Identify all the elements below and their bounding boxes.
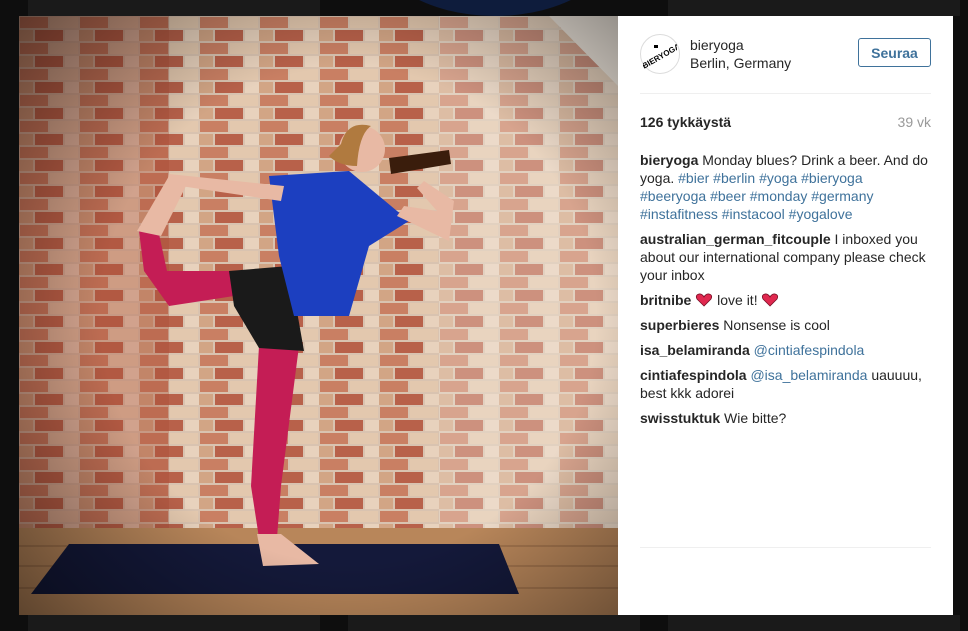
comment-username[interactable]: britnibe (640, 292, 691, 308)
comment: cintiafespindola @isa_belamiranda uauuuu… (640, 366, 931, 402)
hashtag[interactable]: #beer (710, 188, 746, 204)
comment-username[interactable]: bieryoga (640, 152, 698, 168)
comment-username[interactable]: swisstuktuk (640, 410, 720, 426)
hashtag[interactable]: #beeryoga (640, 188, 706, 204)
comment-username[interactable]: isa_belamiranda (640, 342, 750, 358)
hashtag[interactable]: #instafitness (640, 206, 718, 222)
svg-text:BIERYOGA: BIERYOGA (643, 42, 677, 71)
heart-emoji-icon (762, 293, 779, 307)
post-sidebar: BIERYOGA bieryoga Berlin, Germany Seuraa… (618, 16, 953, 615)
comment-list: bieryoga Monday blues? Drink a beer. And… (640, 151, 931, 434)
follow-button[interactable]: Seuraa (858, 38, 931, 67)
timestamp[interactable]: 39 vk (898, 114, 931, 130)
caption: bieryoga Monday blues? Drink a beer. And… (640, 151, 931, 223)
divider (640, 547, 931, 548)
hashtag[interactable]: #germany (811, 188, 873, 204)
comment: australian_german_fitcouple I inboxed yo… (640, 230, 931, 284)
comment-username[interactable]: cintiafespindola (640, 367, 747, 383)
post-modal: BIERYOGA bieryoga Berlin, Germany Seuraa… (19, 16, 953, 615)
hashtag[interactable]: #yoga (759, 170, 797, 186)
mention-link[interactable]: @isa_belamiranda (750, 367, 867, 383)
hashtag[interactable]: #monday (750, 188, 808, 204)
comment-username[interactable]: australian_german_fitcouple (640, 231, 831, 247)
comment: swisstuktuk Wie bitte? (640, 409, 931, 427)
username-link[interactable]: bieryoga (690, 37, 744, 53)
comment-text: love it! (717, 292, 758, 308)
bieryoga-logo-icon: BIERYOGA (643, 42, 677, 71)
comment-username[interactable]: superbieres (640, 317, 719, 333)
hashtag[interactable]: #bier (678, 170, 709, 186)
mention-link[interactable]: @cintiafespindola (754, 342, 865, 358)
avatar[interactable]: BIERYOGA (640, 34, 680, 74)
location-link[interactable]: Berlin, Germany (690, 55, 791, 71)
woman-yoga-photo-icon (19, 16, 618, 615)
likes-count[interactable]: 126 tykkäystä (640, 114, 731, 130)
comment-text: Nonsense is cool (723, 317, 830, 333)
post-header: BIERYOGA bieryoga Berlin, Germany Seuraa (640, 16, 931, 94)
hashtag[interactable]: #bieryoga (801, 170, 863, 186)
post-stats: 126 tykkäystä 39 vk (640, 114, 931, 134)
hashtag[interactable]: #yogalove (789, 206, 853, 222)
hashtag[interactable]: #instacool (722, 206, 785, 222)
hashtag[interactable]: #berlin (713, 170, 755, 186)
comment-text: Wie bitte? (724, 410, 787, 426)
post-photo[interactable] (19, 16, 618, 615)
comment: britnibe love it! (640, 291, 931, 309)
comment: isa_belamiranda @cintiafespindola (640, 341, 931, 359)
heart-emoji-icon (696, 293, 713, 307)
comment: superbieres Nonsense is cool (640, 316, 931, 334)
